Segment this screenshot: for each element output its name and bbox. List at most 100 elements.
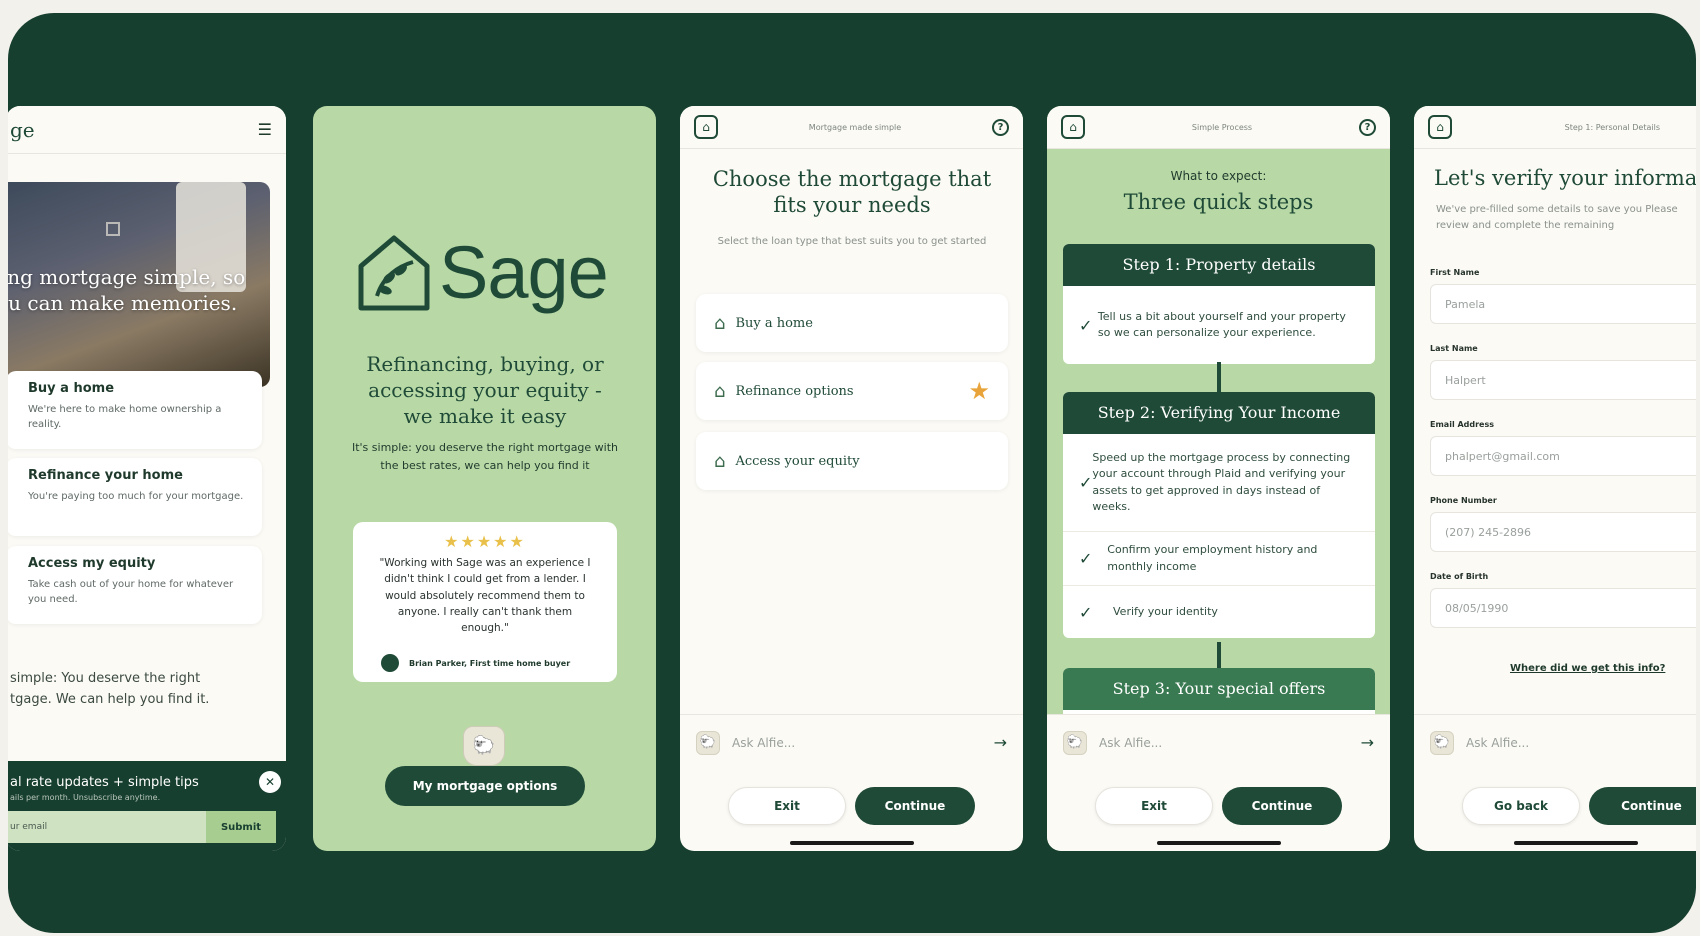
hamburger-icon[interactable]: ☰ — [258, 120, 272, 139]
option-buy-home[interactable]: ⌂ Buy a home — [696, 294, 1008, 352]
mascot-icon: 🐑 — [696, 730, 720, 755]
step-item: Speed up the mortgage process by connect… — [1092, 450, 1351, 514]
step-1-card: Step 1: Property details ✓ Tell us a bit… — [1063, 244, 1375, 364]
first-name-label: First Name — [1430, 268, 1480, 277]
close-icon[interactable]: ✕ — [259, 771, 281, 793]
home-logo-icon[interactable]: ⌂ — [1428, 115, 1452, 139]
newsletter-subtitle: ails per month. Unsubscribe anytime. — [10, 793, 161, 802]
info-source-link[interactable]: Where did we get this info? — [1510, 663, 1665, 674]
help-icon[interactable]: ? — [991, 118, 1009, 136]
mascot-icon: 🐑 — [463, 726, 505, 766]
house-icon: ⌂ — [714, 312, 726, 334]
page-subtitle: Select the loan type that best suits you… — [717, 236, 987, 247]
step-3-card: Step 3: Your special offers — [1063, 668, 1375, 714]
brand-wordmark: Sage — [439, 231, 609, 314]
house-cash-icon: ⌂ — [714, 450, 726, 472]
option-label: Access your equity — [735, 453, 860, 469]
testimonial-card: ★★★★★ "Working with Sage was an experien… — [353, 522, 617, 682]
mascot-icon: 🐑 — [1063, 730, 1087, 755]
body-copy: simple: You deserve the right tgage. We … — [10, 671, 210, 707]
hero-text: aking mortgage simple, so you can make m… — [8, 265, 246, 315]
landing-screen: ge ☰ aking mortgage simple, so you can m… — [8, 106, 286, 851]
newsletter-title: al rate updates + simple tips — [10, 775, 199, 790]
step-2-card: Step 2: Verifying Your Income ✓ Speed up… — [1063, 392, 1375, 638]
exit-button[interactable]: Exit — [1095, 787, 1213, 825]
check-icon: ✓ — [1079, 473, 1093, 492]
header-title: Simple Process — [1191, 122, 1253, 132]
page-subtitle: We've pre-filled some details to save yo… — [1436, 204, 1678, 231]
ask-bar[interactable]: 🐑 Ask Alfie... → — [1047, 714, 1390, 770]
first-name-field[interactable]: Pamela — [1430, 284, 1696, 324]
option-label: Refinance options — [735, 383, 854, 399]
dob-label: Date of Birth — [1430, 572, 1489, 581]
option-refinance[interactable]: ⌂ Refinance options ★ — [696, 362, 1008, 420]
phone-field[interactable]: (207) 245-2896 — [1430, 512, 1696, 552]
dob-field[interactable]: 08/05/1990 — [1430, 588, 1696, 628]
step-2-title: Step 2: Verifying Your Income — [1063, 392, 1375, 434]
card-access-equity[interactable]: Access my equity Take cash out of your h… — [8, 546, 262, 624]
star-icon[interactable]: ★ — [968, 377, 990, 405]
email-field[interactable]: phalpert@gmail.com — [1430, 436, 1696, 476]
option-access-equity[interactable]: ⌂ Access your equity — [696, 432, 1008, 490]
brand-logo: Sage — [355, 230, 609, 315]
email-input[interactable]: ur email — [8, 811, 206, 843]
arrow-right-icon[interactable]: → — [994, 733, 1007, 752]
check-icon: ✓ — [1079, 549, 1093, 568]
mortgage-options-button[interactable]: My mortgage options — [385, 766, 585, 806]
mascot-icon: 🐑 — [1430, 730, 1454, 755]
option-label: Buy a home — [735, 315, 813, 331]
home-logo-icon[interactable]: ⌂ — [694, 115, 718, 139]
house-refresh-icon: ⌂ — [714, 380, 726, 402]
exit-button[interactable]: Exit — [728, 787, 846, 825]
step-connector — [1217, 642, 1221, 668]
home-indicator — [1156, 841, 1281, 845]
ask-input[interactable]: Ask Alfie... — [1466, 736, 1696, 750]
choose-mortgage-screen: ⌂ Mortgage made simple ? Choose the mort… — [680, 106, 1023, 851]
step-item: Confirm your employment history and mont… — [1107, 543, 1318, 573]
card-desc: You're paying too much for your mortgage… — [28, 491, 244, 502]
ask-bar[interactable]: 🐑 Ask Alfie... — [1414, 714, 1696, 770]
brand-screen: Sage Refinancing, buying, or accessing y… — [313, 106, 656, 851]
avatar — [381, 654, 399, 672]
continue-button[interactable]: Continue — [1222, 787, 1342, 825]
rating-stars: ★★★★★ — [444, 532, 526, 551]
page-title: Choose the mortgage that fits your needs — [712, 167, 992, 218]
home-indicator — [1514, 841, 1638, 845]
help-icon[interactable]: ? — [1359, 118, 1376, 136]
page-title: Three quick steps — [1123, 190, 1314, 214]
showcase-background: ge ☰ aking mortgage simple, so you can m… — [8, 13, 1696, 933]
phone-label: Phone Number — [1430, 496, 1497, 505]
house-leaf-icon — [358, 235, 430, 310]
check-icon: ✓ — [1079, 602, 1093, 622]
step-item: Tell us a bit about yourself and your pr… — [1097, 309, 1346, 340]
step-3-title: Step 3: Your special offers — [1063, 668, 1375, 710]
arrow-right-icon[interactable]: → — [1361, 733, 1374, 752]
header-title: Step 1: Personal Details — [1564, 122, 1660, 132]
go-back-button[interactable]: Go back — [1462, 787, 1580, 825]
card-title: Access my equity — [28, 556, 156, 571]
page-title: Let's verify your informa — [1434, 166, 1696, 190]
continue-button[interactable]: Continue — [1589, 787, 1696, 825]
ask-input[interactable]: Ask Alfie... — [732, 736, 994, 750]
personal-details-screen: ⌂ Step 1: Personal Details Let's verify … — [1414, 106, 1696, 851]
card-desc: Take cash out of your home for whatever … — [28, 579, 234, 605]
process-screen: ⌂ Simple Process ? What to expect: Three… — [1047, 106, 1390, 851]
hero-image: aking mortgage simple, so you can make m… — [8, 182, 270, 387]
header-title: Mortgage made simple — [808, 122, 902, 132]
ask-bar[interactable]: 🐑 Ask Alfie... → — [680, 714, 1023, 770]
testimonial-quote: "Working with Sage was an experience I d… — [379, 557, 591, 635]
last-name-field[interactable]: Halpert — [1430, 360, 1696, 400]
ask-input[interactable]: Ask Alfie... — [1099, 736, 1361, 750]
card-buy-home[interactable]: Buy a home We're here to make home owner… — [8, 371, 262, 449]
step-item: Verify your identity — [1113, 604, 1218, 618]
continue-button[interactable]: Continue — [855, 787, 975, 825]
card-title: Refinance your home — [28, 468, 183, 483]
brand-sub: It's simple: you deserve the right mortg… — [351, 441, 619, 472]
step-1-title: Step 1: Property details — [1063, 244, 1375, 286]
card-title: Buy a home — [28, 381, 115, 396]
home-logo-icon[interactable]: ⌂ — [1061, 115, 1085, 139]
kicker: What to expect: — [1170, 169, 1267, 183]
step-connector — [1217, 362, 1221, 392]
submit-button[interactable]: Submit — [206, 811, 276, 843]
card-refinance[interactable]: Refinance your home You're paying too mu… — [8, 458, 262, 536]
